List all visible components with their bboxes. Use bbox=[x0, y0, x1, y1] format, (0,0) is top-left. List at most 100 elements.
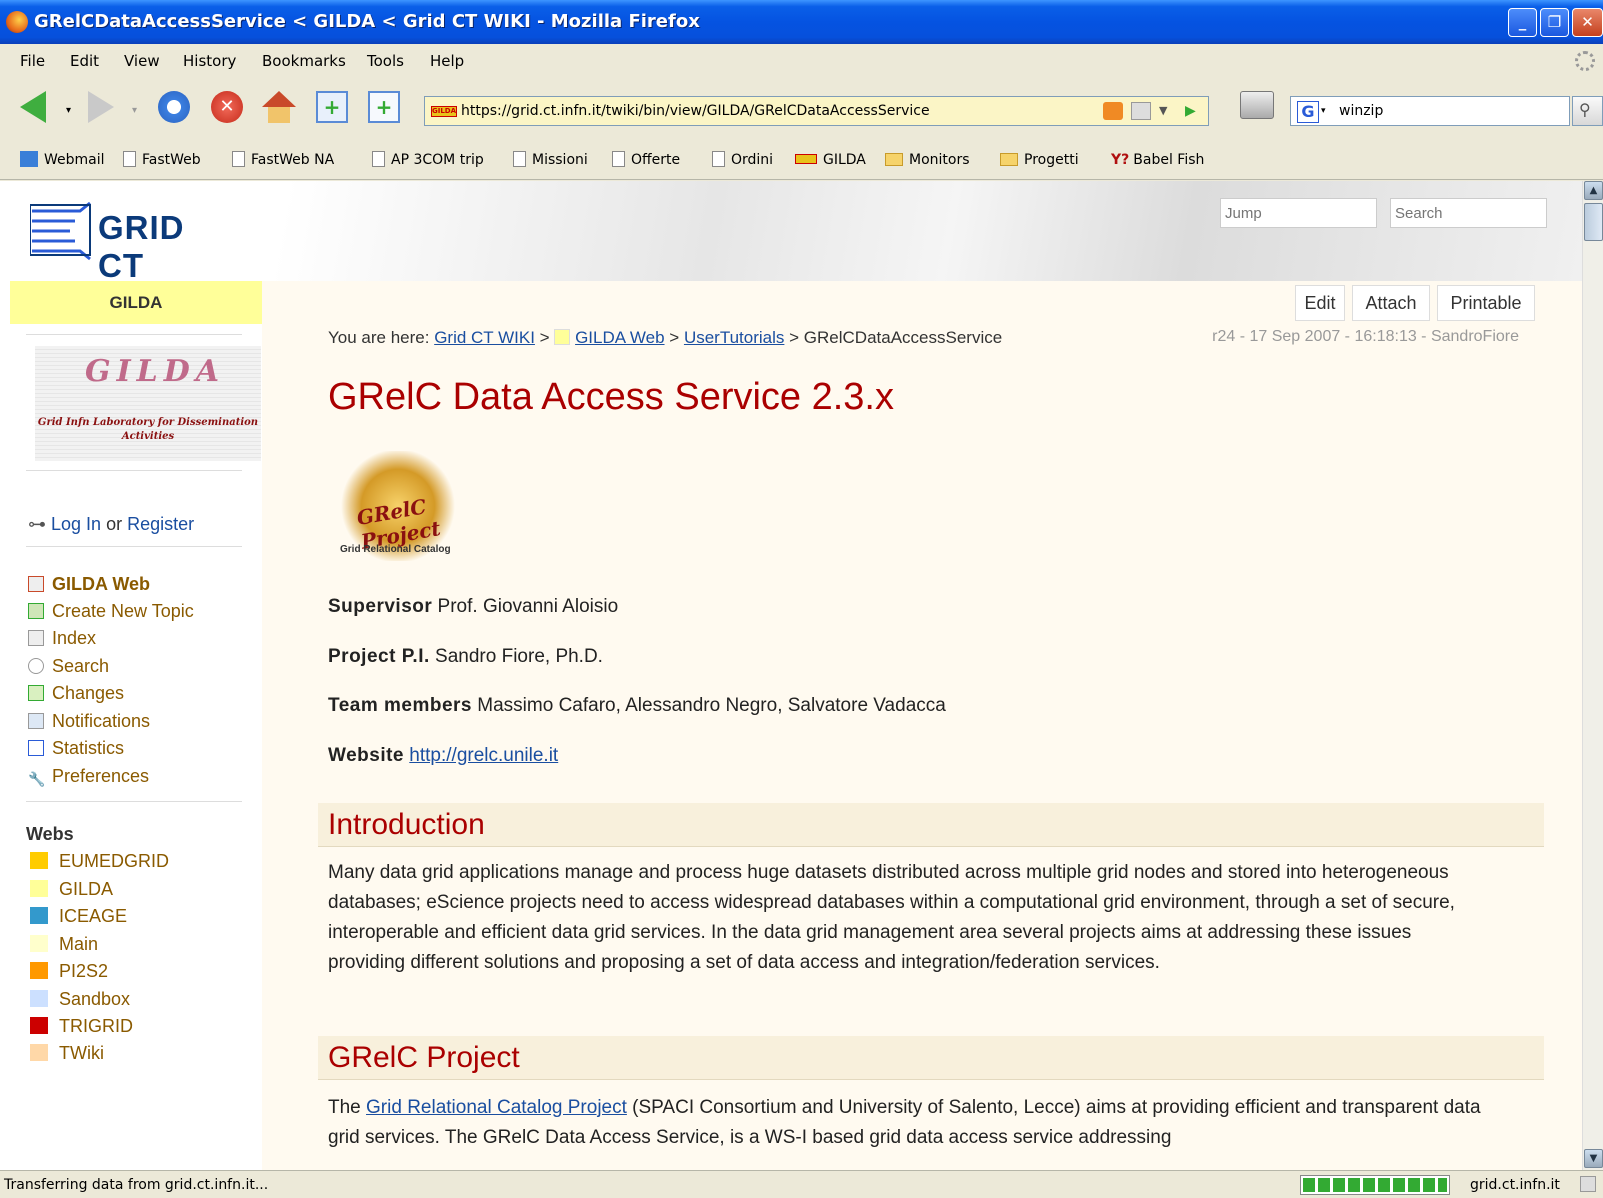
divider bbox=[26, 801, 242, 802]
bookmark-fastweb[interactable]: FastWeb bbox=[123, 140, 201, 180]
register-link[interactable]: Register bbox=[127, 514, 194, 534]
forward-icon[interactable] bbox=[88, 91, 114, 123]
color-swatch bbox=[30, 852, 48, 869]
grelc-project-text: The Grid Relational Catalog Project (SPA… bbox=[328, 1097, 1481, 1148]
breadcrumb-wiki-link[interactable]: Grid CT WIKI bbox=[434, 328, 535, 347]
search-go-button[interactable]: ⚲ bbox=[1572, 96, 1603, 126]
engine-dropdown-icon[interactable]: ▾ bbox=[1321, 97, 1326, 125]
introduction-heading: Introduction bbox=[318, 803, 1544, 847]
bookmark-fastweb-na[interactable]: FastWeb NA bbox=[232, 140, 334, 180]
bookmark-missioni[interactable]: Missioni bbox=[513, 140, 588, 180]
web-item-twiki[interactable]: TWiki bbox=[30, 1043, 104, 1064]
divider bbox=[26, 546, 242, 547]
page-icon bbox=[612, 151, 625, 167]
progress-bar bbox=[1300, 1175, 1450, 1195]
menu-view[interactable]: View bbox=[124, 44, 160, 79]
vertical-scrollbar[interactable]: ▲ ▼ bbox=[1582, 181, 1603, 1170]
scroll-thumb[interactable] bbox=[1584, 203, 1603, 241]
or-text: or bbox=[106, 514, 123, 534]
web-item-eumedgrid[interactable]: EUMEDGRID bbox=[30, 851, 169, 872]
web-title[interactable]: GILDA bbox=[10, 281, 262, 324]
web-item-main[interactable]: Main bbox=[30, 934, 98, 955]
menu-bookmarks[interactable]: Bookmarks bbox=[262, 44, 346, 79]
security-lock-icon[interactable] bbox=[1131, 102, 1151, 120]
folder-icon bbox=[1000, 153, 1018, 166]
breadcrumb-parent-link[interactable]: UserTutorials bbox=[684, 328, 784, 347]
login-row: ⊶ Log In or Register bbox=[28, 514, 194, 535]
rss-icon[interactable] bbox=[1103, 102, 1123, 120]
back-dropdown-icon[interactable]: ▾ bbox=[66, 105, 71, 116]
page-icon bbox=[232, 151, 245, 167]
scroll-up-icon[interactable]: ▲ bbox=[1584, 181, 1603, 200]
grid-ct-logo[interactable]: GRID CT bbox=[30, 199, 240, 284]
bookmark-ordini[interactable]: Ordini bbox=[712, 140, 773, 180]
home-icon-body[interactable] bbox=[268, 107, 290, 123]
bookmark-progetti[interactable]: Progetti bbox=[1000, 140, 1079, 180]
web-item-iceage[interactable]: ICEAGE bbox=[30, 906, 127, 927]
web-item-gilda[interactable]: GILDA bbox=[30, 879, 113, 900]
google-icon[interactable]: G bbox=[1297, 101, 1319, 123]
changes-icon bbox=[28, 685, 44, 701]
edit-button[interactable]: Edit bbox=[1295, 285, 1345, 321]
jump-input[interactable] bbox=[1220, 198, 1377, 228]
menu-bar: File Edit View History Bookmarks Tools H… bbox=[0, 44, 1603, 79]
search-input[interactable] bbox=[1390, 198, 1547, 228]
menu-help[interactable]: Help bbox=[430, 44, 464, 79]
bookmark-offerte[interactable]: Offerte bbox=[612, 140, 680, 180]
color-swatch bbox=[30, 1044, 48, 1061]
divider bbox=[26, 470, 242, 471]
bookmark-monitors[interactable]: Monitors bbox=[885, 140, 970, 180]
bookmark-gilda[interactable]: GILDA bbox=[795, 140, 866, 180]
sidebar-item-search[interactable]: Search bbox=[28, 656, 109, 677]
forward-dropdown-icon[interactable]: ▾ bbox=[132, 105, 137, 116]
search-engine-box[interactable]: G ▾ winzip bbox=[1290, 96, 1570, 126]
menu-edit[interactable]: Edit bbox=[70, 44, 99, 79]
login-link[interactable]: Log In bbox=[51, 514, 101, 534]
menu-file[interactable]: File bbox=[20, 44, 45, 79]
minimize-button[interactable]: _ bbox=[1508, 8, 1537, 37]
sidebar-item-changes[interactable]: Changes bbox=[28, 683, 124, 704]
back-icon[interactable] bbox=[20, 91, 46, 123]
wiki-header: GRID CT bbox=[0, 181, 1582, 284]
web-item-trigrid[interactable]: TRIGRID bbox=[30, 1016, 133, 1037]
printable-button[interactable]: Printable bbox=[1437, 285, 1535, 321]
sidebar-item-gilda-web[interactable]: GILDA Web bbox=[28, 574, 150, 595]
web-item-pi2s2[interactable]: PI2S2 bbox=[30, 961, 108, 982]
reload-icon[interactable] bbox=[158, 91, 190, 123]
bookmark-ap-3com-trip[interactable]: AP 3COM trip bbox=[372, 140, 484, 180]
close-button[interactable]: ✕ bbox=[1572, 8, 1603, 37]
grelc-project-logo: GRelC Project Grid Relational Catalog bbox=[328, 441, 508, 576]
breadcrumb-web-link[interactable]: GILDA Web bbox=[575, 328, 664, 347]
sidebar-item-statistics[interactable]: Statistics bbox=[28, 738, 124, 759]
menu-history[interactable]: History bbox=[183, 44, 236, 79]
status-bar: Transferring data from grid.ct.infn.it..… bbox=[0, 1170, 1603, 1198]
sidebar-item-notifications[interactable]: Notifications bbox=[28, 711, 150, 732]
new-tab-icon[interactable]: + bbox=[316, 91, 348, 123]
web-item-sandbox[interactable]: Sandbox bbox=[30, 989, 130, 1010]
website-link[interactable]: http://grelc.unile.it bbox=[409, 745, 558, 766]
url-bar[interactable]: GILDA https://grid.ct.infn.it/twiki/bin/… bbox=[424, 96, 1209, 126]
bookmark-babel-fish[interactable]: Y? Babel Fish bbox=[1111, 140, 1204, 180]
web-color-icon bbox=[554, 329, 571, 345]
sidebar-item-create-new-topic[interactable]: Create New Topic bbox=[28, 601, 194, 622]
team-line: Team members Massimo Cafaro, Alessandro … bbox=[328, 695, 946, 716]
attach-button[interactable]: Attach bbox=[1352, 285, 1430, 321]
menu-tools[interactable]: Tools bbox=[367, 44, 404, 79]
throbber-icon bbox=[1575, 51, 1595, 71]
gilda-logo[interactable]: GILDA Grid Infn Laboratory for Dissemina… bbox=[35, 346, 261, 461]
print-icon[interactable] bbox=[1240, 91, 1274, 119]
scroll-down-icon[interactable]: ▼ bbox=[1584, 1149, 1603, 1168]
grid-relational-catalog-link[interactable]: Grid Relational Catalog Project bbox=[366, 1097, 627, 1118]
breadcrumb-current: GRelCDataAccessService bbox=[803, 328, 1003, 347]
sidebar-item-preferences[interactable]: 🔧 Preferences bbox=[28, 766, 149, 787]
url-dropdown-icon[interactable]: ▼ bbox=[1159, 97, 1167, 125]
go-icon[interactable]: ▶ bbox=[1185, 97, 1196, 125]
color-swatch bbox=[30, 935, 48, 952]
restore-button[interactable]: ❐ bbox=[1540, 8, 1569, 37]
home-icon[interactable] bbox=[262, 91, 296, 107]
new-window-icon[interactable]: + bbox=[368, 91, 400, 123]
status-message: Transferring data from grid.ct.infn.it..… bbox=[4, 1177, 269, 1193]
sidebar-item-index[interactable]: Index bbox=[28, 628, 96, 649]
bookmark-webmail[interactable]: Webmail bbox=[20, 140, 105, 180]
stop-icon[interactable]: ✕ bbox=[211, 91, 243, 123]
